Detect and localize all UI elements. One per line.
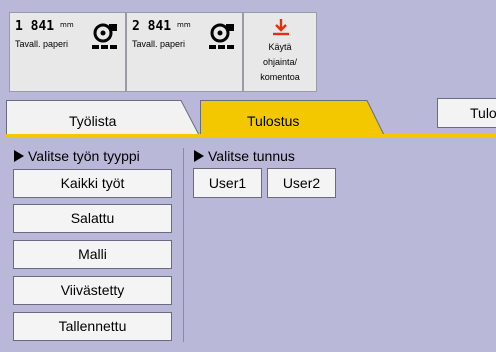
section-divider [183, 148, 184, 342]
tab-tyolista-label: Työlista [69, 113, 117, 129]
roll-2-panel: 2 841 mm Tavall. paperi [126, 12, 243, 92]
roll-2-unit: mm [177, 21, 191, 29]
tulo-button[interactable]: Tulo [437, 98, 496, 128]
roll-2-paper-type: Tavall. paperi [132, 39, 186, 49]
job-type-stored-button[interactable]: Tallennettu [13, 312, 172, 341]
roll-1-paper-type: Tavall. paperi [15, 39, 69, 49]
apply-driver-command-button[interactable]: Käytä ohjainta/ komentoa [243, 12, 317, 92]
job-type-heading: Valitse työn tyyppi [14, 148, 140, 164]
user-2-button[interactable]: User2 [267, 168, 336, 198]
user-id-heading-text: Valitse tunnus [208, 148, 295, 164]
roll-2-length: 2 841 [132, 19, 172, 34]
user-id-heading: Valitse tunnus [194, 148, 295, 164]
user-1-button[interactable]: User1 [193, 168, 262, 198]
roll-1-length: 1 841 [15, 19, 55, 34]
screen: 1 841 mm Tavall. paperi 2 841 mm Tavall.… [0, 0, 496, 352]
triangle-right-icon [194, 150, 204, 162]
apply-label-line-1: Käytä [268, 42, 292, 52]
download-arrow-icon [273, 19, 289, 36]
job-type-all-button[interactable]: Kaikki työt [13, 169, 172, 198]
roll-1-unit: mm [60, 21, 74, 29]
paper-roll-icon [92, 23, 117, 49]
apply-button-label: Käytä ohjainta/ komentoa [244, 40, 316, 85]
job-type-encrypted-button[interactable]: Salattu [13, 204, 172, 233]
apply-label-line-3: komentoa [260, 72, 300, 82]
job-type-delayed-button[interactable]: Viivästetty [13, 276, 172, 305]
triangle-right-icon [14, 150, 24, 162]
tab-tulostus-label: Tulostus [247, 113, 300, 129]
apply-label-line-2: ohjainta/ [262, 57, 298, 67]
tab-tulostus[interactable]: Tulostus [200, 100, 384, 134]
paper-roll-icon [209, 23, 234, 49]
tab-tyolista[interactable]: Työlista [6, 100, 196, 134]
tab-underline [6, 134, 496, 137]
roll-1-panel: 1 841 mm Tavall. paperi [9, 12, 126, 92]
job-type-heading-text: Valitse työn tyyppi [28, 148, 140, 164]
job-type-template-button[interactable]: Malli [13, 240, 172, 269]
